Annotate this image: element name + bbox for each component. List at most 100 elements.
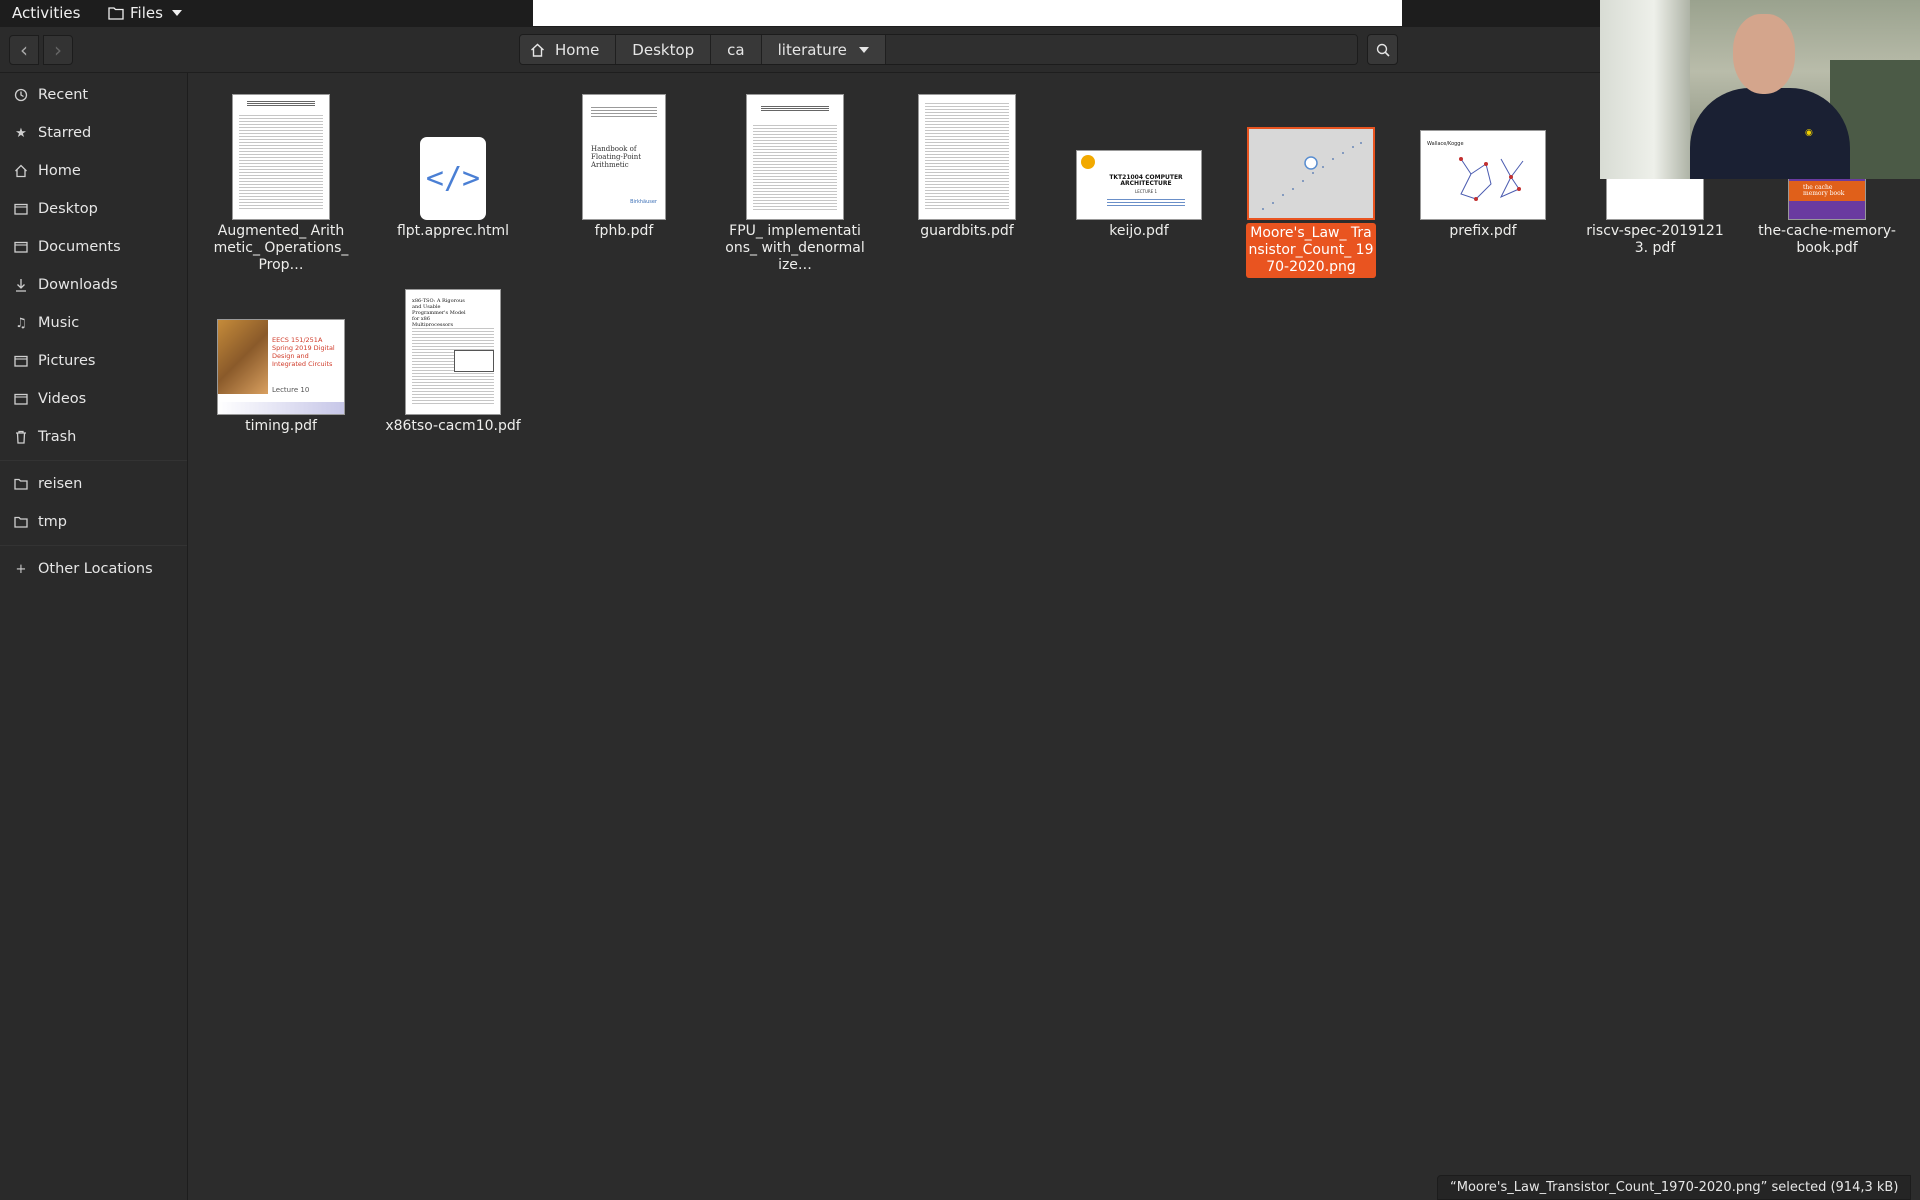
file-item[interactable]: Augmented_ Arithmetic_ Operations_Prop… (211, 84, 351, 274)
sidebar-divider (0, 460, 187, 461)
sidebar-item-label: Home (38, 163, 81, 179)
file-name: flpt.apprec.html (396, 223, 510, 239)
star-icon: ★ (15, 125, 27, 141)
pdf-thumbnail: x86-TSO: A Rigorous and Usable Programme… (405, 289, 501, 415)
file-name: the-cache-memory-book.pdf (1758, 223, 1896, 256)
folder-icon (14, 515, 28, 529)
back-button[interactable]: ‹ (9, 35, 39, 65)
sidebar-item-label: Pictures (38, 353, 96, 369)
file-item[interactable]: guardbits.pdf (897, 84, 1037, 240)
sidebar-item-pictures[interactable]: Pictures (0, 344, 187, 378)
image-thumbnail (1247, 127, 1375, 220)
path-literature-label: literature (777, 40, 847, 59)
sidebar-item-tmp[interactable]: tmp (0, 505, 187, 539)
chevron-down-icon (858, 46, 869, 53)
sidebar-item-home[interactable]: Home (0, 154, 187, 188)
overlay-panel (533, 0, 1402, 26)
sidebar-item-downloads[interactable]: Downloads (0, 268, 187, 302)
pdf-thumbnail: Handbook of Floating-Point Arithmetic Bi… (582, 94, 666, 220)
slide-thumbnail: EECS 151/251A Spring 2019 Digital Design… (217, 319, 345, 415)
file-name: timing.pdf (245, 418, 317, 434)
sidebar-item-label: Starred (38, 125, 92, 141)
sidebar-item-label: Other Locations (38, 561, 153, 577)
file-item[interactable]: TKT21004 COMPUTER ARCHITECTURE LECTURE 1… (1069, 84, 1209, 240)
sidebar-item-music[interactable]: ♫ Music (0, 306, 187, 340)
sidebar-item-videos[interactable]: Videos (0, 382, 187, 416)
sidebar-divider (0, 545, 187, 546)
clock-icon (14, 88, 28, 102)
sidebar-item-desktop[interactable]: Desktop (0, 192, 187, 226)
sun-logo-icon (1081, 155, 1095, 169)
html-file-icon: </> (420, 137, 486, 220)
search-button[interactable] (1367, 34, 1398, 65)
app-menu-label: Files (130, 4, 163, 22)
folder-icon (14, 240, 28, 254)
thumb-title: EECS 151/251A Spring 2019 Digital Design… (272, 336, 335, 368)
file-item[interactable]: Wallace/Kogge prefix.pdf (1413, 84, 1553, 240)
selection-status: “Moore's_Law_Transistor_Count_1970-2020.… (1437, 1175, 1912, 1200)
thumb-title: the cache memory book (1803, 184, 1845, 197)
webcam-overlay: ◉ (1600, 0, 1920, 179)
search-icon (1376, 43, 1390, 57)
file-item-selected[interactable]: Moore's_Law_ Transistor_Count_ 1970-2020… (1241, 84, 1381, 278)
thumb-title: x86-TSO: A Rigorous and Usable Programme… (412, 298, 466, 328)
pdf-thumbnail (746, 94, 844, 220)
sidebar-item-label: Music (38, 315, 80, 331)
file-name: riscv-spec-20191213. pdf (1586, 223, 1724, 256)
sidebar-item-label: Downloads (38, 277, 118, 293)
sidebar-item-label: Desktop (38, 201, 98, 217)
path-home-label: Home (555, 40, 600, 59)
chevron-left-icon: ‹ (20, 38, 28, 62)
sidebar-item-documents[interactable]: Documents (0, 230, 187, 264)
thumb-subtitle: Lecture 10 (272, 386, 310, 394)
pdf-thumbnail (232, 94, 330, 220)
home-icon (531, 43, 544, 57)
path-ca[interactable]: ca (711, 35, 762, 64)
thumb-subtitle: LECTURE 1 (1134, 189, 1158, 194)
sidebar-item-recent[interactable]: Recent (0, 78, 187, 112)
plus-icon: + (15, 561, 27, 577)
path-desktop[interactable]: Desktop (616, 35, 712, 64)
slide-thumbnail: TKT21004 COMPUTER ARCHITECTURE LECTURE 1 (1076, 150, 1202, 220)
slide-thumbnail: Wallace/Kogge (1420, 130, 1546, 220)
graph-preview-icon (1459, 157, 1524, 201)
file-item[interactable]: Handbook of Floating-Point Arithmetic Bi… (554, 84, 694, 240)
thumb-footer: Birkhäuser (630, 199, 657, 205)
file-name: Moore's_Law_ Transistor_Count_ 1970-2020… (1246, 223, 1376, 278)
forward-button[interactable]: › (43, 35, 73, 65)
file-item[interactable]: </> flpt.apprec.html (383, 84, 523, 240)
file-view: Augmented_ Arithmetic_ Operations_Prop… … (188, 73, 1920, 1200)
file-name: prefix.pdf (1449, 223, 1517, 239)
file-item[interactable]: EECS 151/251A Spring 2019 Digital Design… (211, 279, 351, 435)
path-bar-empty (885, 35, 1357, 64)
sidebar-item-label: Recent (38, 87, 89, 103)
thumb-title: TKT21004 COMPUTER ARCHITECTURE (1109, 174, 1183, 187)
sidebar-item-label: reisen (38, 476, 83, 492)
music-icon: ♫ (15, 315, 27, 331)
chevron-down-icon (171, 10, 182, 16)
file-name: keijo.pdf (1109, 223, 1169, 239)
path-bar: Home Desktop ca literature (519, 34, 1358, 65)
folder-icon (14, 392, 28, 406)
sidebar-item-trash[interactable]: Trash (0, 420, 187, 454)
sidebar-item-reisen[interactable]: reisen (0, 467, 187, 501)
folder-icon (108, 7, 124, 20)
file-name: FPU_ implementations_ with_denormalize… (725, 223, 865, 273)
sidebar-item-starred[interactable]: ★ Starred (0, 116, 187, 150)
file-name: guardbits.pdf (920, 223, 1014, 239)
app-menu-button[interactable]: Files (108, 4, 182, 22)
activities-button[interactable]: Activities (12, 4, 80, 22)
sidebar-item-label: Documents (38, 239, 121, 255)
path-literature[interactable]: literature (761, 35, 886, 64)
pdf-thumbnail (918, 94, 1016, 220)
file-item[interactable]: x86-TSO: A Rigorous and Usable Programme… (383, 279, 523, 435)
folder-icon (14, 202, 28, 216)
file-item[interactable]: FPU_ implementations_ with_denormalize… (725, 84, 865, 274)
folder-icon (14, 477, 28, 491)
file-name: fphb.pdf (594, 223, 654, 239)
thumb-title: Handbook of Floating-Point Arithmetic (591, 145, 642, 169)
sidebar-item-other-locations[interactable]: + Other Locations (0, 552, 187, 586)
path-home[interactable]: Home (520, 35, 617, 64)
shirt-logo-icon: ◉ (1805, 128, 1813, 138)
sidebar-item-label: tmp (38, 514, 68, 530)
